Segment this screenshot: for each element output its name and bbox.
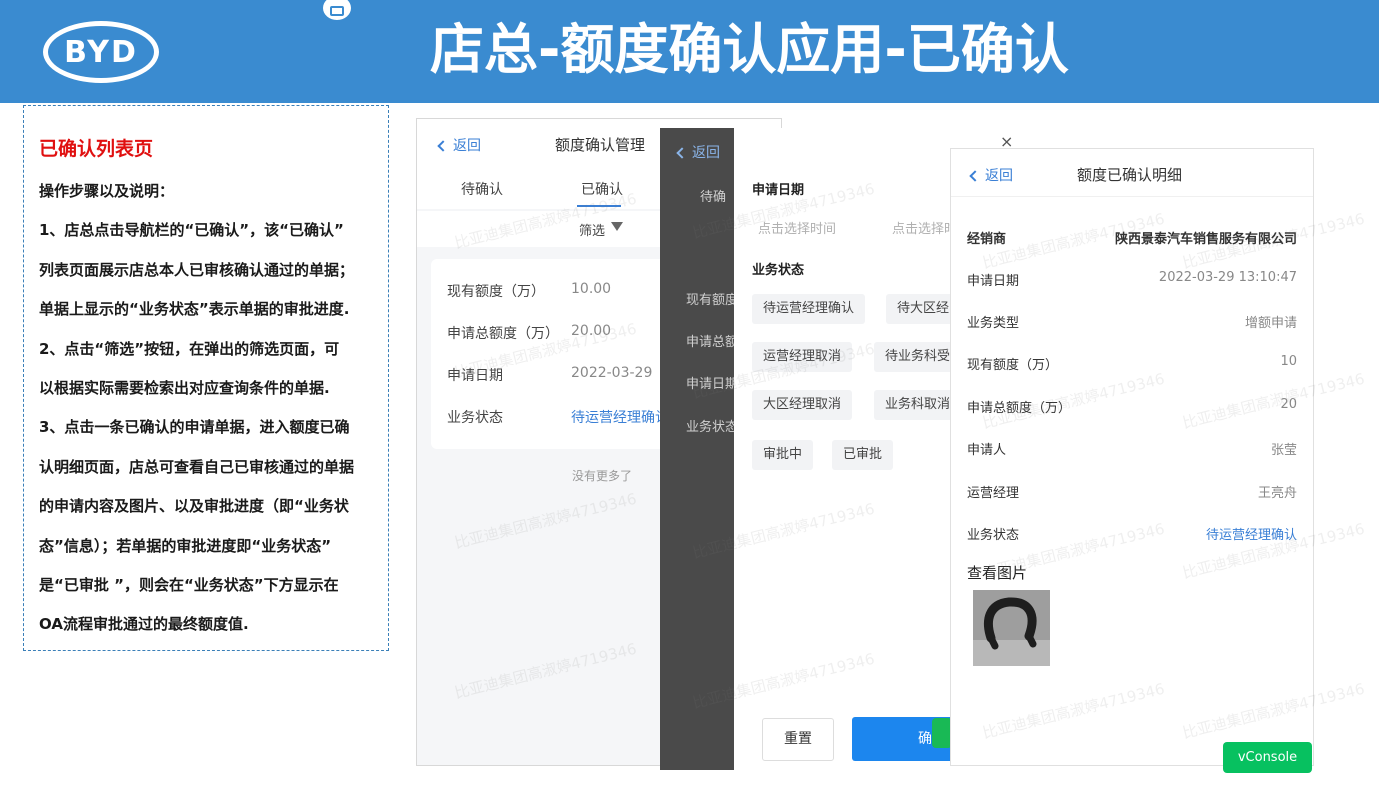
status-section-title: 业务状态 [752,263,805,278]
detail-label: 经销商 [967,232,1007,247]
instruction-line: 操作步骤以及说明： [39,182,175,200]
card-value: 2022-03-29 [571,365,653,381]
detail-value: 增额申请 [1244,316,1297,331]
chevron-left-icon [969,170,981,182]
bg-row: 申请日期 [686,377,739,392]
status-chip[interactable]: 已审批 [832,440,894,470]
card-value: 20.00 [571,323,612,339]
back-button[interactable]: 返回 [969,165,1013,185]
bg-tab: 待确 [700,190,727,205]
status-value: 待运营经理确认 [571,410,669,426]
detail-value: 陕西景泰汽车销售服务有限公司 [1114,232,1297,247]
start-date-input[interactable]: 点击选择时间 [758,218,836,237]
instruction-line: 1、店总点击导航栏的“已确认”，该“已确认” [39,221,344,240]
status-chip[interactable]: 待大区经 [886,294,956,324]
status-chip[interactable]: 业务科取消 [874,390,956,420]
status-chip[interactable]: 待运营经理确认 [752,294,866,324]
header-banner: BYD 店总-额度确认应用-已确认 [0,0,1379,103]
status-value: 待运营经理确认 [1205,528,1297,543]
green-tab-icon [932,718,952,748]
detail-row: 经销商 陕西景泰汽车销售服务有限公司 [967,228,1297,247]
instruction-line: 2、点击“筛选”按钮，在弹出的筛选页面，可 [39,339,340,358]
detail-label: 业务类型 [967,316,1020,331]
reset-button[interactable]: 重置 [762,718,834,761]
detail-value: 王亮舟 [1257,486,1297,501]
bg-back-label: 返回 [692,145,720,161]
attachment-photo[interactable] [973,590,1050,666]
active-tab-indicator [577,205,621,207]
screen-title: 额度确认管理 [555,136,646,154]
status-chip[interactable]: 审批中 [752,440,814,470]
detail-screen: 返回 额度已确认明细 经销商 陕西景泰汽车销售服务有限公司 申请日期 2022-03… [950,148,1314,766]
bg-row: 申请总额 [686,335,739,350]
detail-label: 申请日期 [967,274,1020,289]
tab-pending[interactable]: 待确认 [461,179,503,199]
instruction-line: 3、点击一条已确认的申请单据，进入额度已确 [39,418,350,437]
filter-icon[interactable] [611,222,623,231]
instruction-heading: 已确认列表页 [39,138,154,160]
instruction-line: 是“已审批 ”，则会在“业务状态”下方显示在 [39,575,339,594]
vconsole-button[interactable]: vConsole [1223,742,1312,773]
bg-back: 返回 [676,142,720,162]
detail-value: 10 [1280,354,1297,369]
date-section-title: 申请日期 [752,183,805,198]
tab-confirmed[interactable]: 已确认 [581,179,623,199]
photo-section-title: 查看图片 [967,564,1028,582]
end-date-input[interactable]: 点击选择时 [892,218,957,237]
detail-label: 申请人 [967,443,1007,458]
status-chip[interactable]: 运营经理取消 [752,342,853,372]
instruction-line: 的申请内容及图片、以及审批进度（即“业务状 [39,497,349,516]
slide: BYD 店总-额度确认应用-已确认 已确认列表页 操作步骤以及说明： 1、店总点… [0,0,1379,789]
card-label: 现有额度（万） [447,284,545,300]
byd-logo: BYD [43,21,159,83]
detail-row: 运营经理 王亮舟 [967,482,1297,501]
instruction-line: 单据上显示的“业务状态”表示单据的审批进度. [39,300,350,319]
detail-value: 20 [1280,397,1297,412]
card-label: 申请总额度（万） [447,326,559,342]
bg-row: 业务状态 [686,420,739,435]
detail-label: 现有额度（万） [967,358,1059,373]
detail-value: 张莹 [1270,443,1297,458]
instruction-line: 认明细页面，店总可查看自己已审核通过的单据 [39,457,355,476]
back-label: 返回 [985,168,1013,184]
detail-row: 业务类型 增额申请 [967,312,1297,331]
instruction-box: 已确认列表页 操作步骤以及说明： 1、店总点击导航栏的“已确认”，该“已确认” … [23,105,389,651]
back-label: 返回 [453,138,481,154]
detail-row: 现有额度（万） 10 [967,354,1297,373]
detail-row: 申请总额度（万） 20 [967,397,1297,416]
back-button[interactable]: 返回 [437,135,481,155]
filter-button[interactable]: 筛选 [579,220,605,239]
logo-text: BYD [64,34,138,70]
detail-label: 业务状态 [967,528,1020,543]
card-label: 业务状态 [447,410,503,426]
instruction-line: OA流程审批通过的最终额度值. [39,615,249,634]
bg-row: 现有额度 [686,293,739,308]
chevron-left-icon [437,140,449,152]
detail-label: 运营经理 [967,486,1020,501]
status-chip[interactable]: 大区经理取消 [752,390,853,420]
navbar: 返回 额度已确认明细 [951,149,1313,197]
detail-label: 申请总额度（万） [967,401,1072,416]
instruction-lines: 操作步骤以及说明： 1、店总点击导航栏的“已确认”，该“已确认” 列表页面展示店… [39,172,379,645]
screen-title: 额度已确认明细 [1077,166,1183,184]
detail-row: 申请日期 2022-03-29 13:10:47 [967,270,1297,289]
page-title: 店总-额度确认应用-已确认 [430,18,1069,81]
status-chip[interactable]: 待业务科受 [874,342,956,372]
confirm-label: 确 [918,731,932,747]
detail-value: 2022-03-29 13:10:47 [1158,270,1297,285]
instruction-line: 列表页面展示店总本人已审核确认通过的单据； [39,260,355,279]
instruction-line: 态”信息）；若单据的审批进度即“业务状态” [39,536,332,555]
instruction-line: 以根据实际需要检索出对应查询条件的单据. [39,378,330,397]
card-label: 申请日期 [447,368,503,384]
card-value: 10.00 [571,281,612,297]
no-more-text: 没有更多了 [572,469,633,483]
detail-row: 业务状态 待运营经理确认 [967,524,1297,543]
detail-row: 申请人 张莹 [967,439,1297,458]
